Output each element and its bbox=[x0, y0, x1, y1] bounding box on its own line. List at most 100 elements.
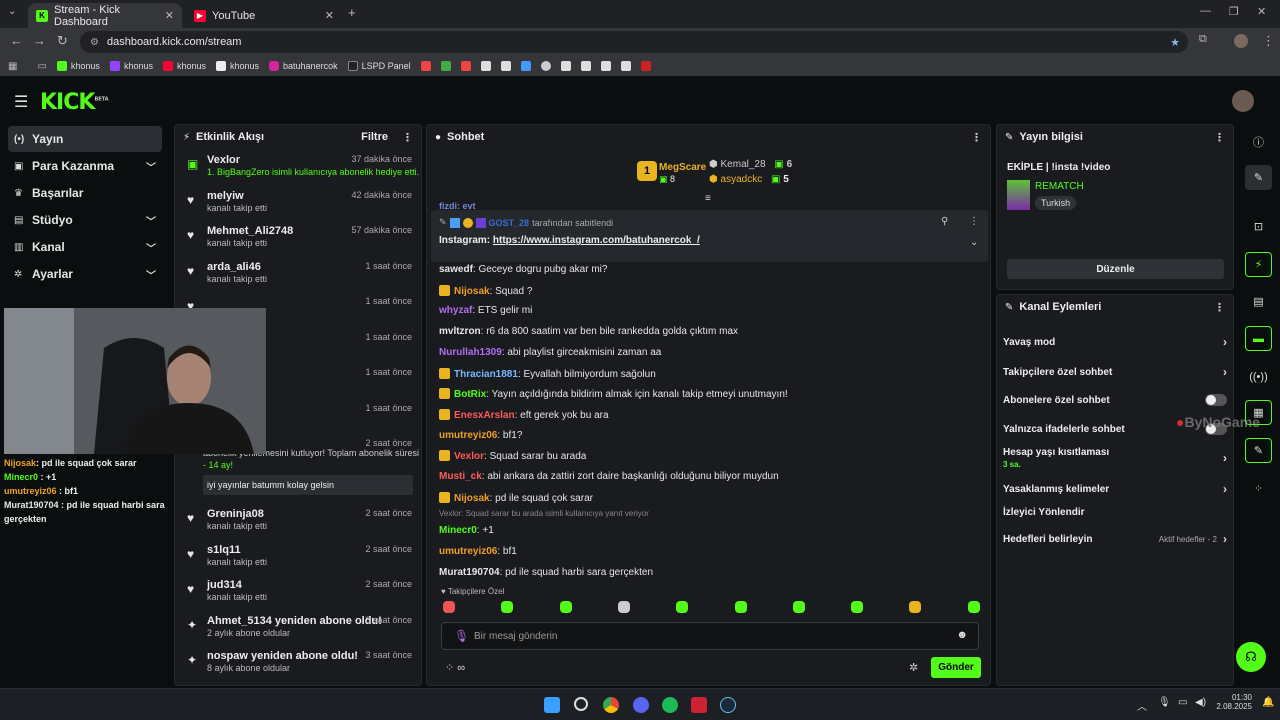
chat-username[interactable]: Nijosak bbox=[454, 493, 490, 504]
volume-icon[interactable]: ◀) bbox=[1195, 697, 1206, 708]
bookmark-item[interactable]: LSPD Panel bbox=[347, 61, 411, 71]
extensions-icon[interactable]: ⧉ bbox=[1199, 33, 1207, 46]
chat-message[interactable]: umutreyiz06: bf1 bbox=[439, 546, 517, 557]
chat-username[interactable]: BotRix bbox=[454, 389, 486, 400]
edit-icon[interactable]: ✎ bbox=[1245, 165, 1272, 190]
windows-start-icon[interactable] bbox=[544, 697, 560, 713]
chat-username[interactable]: Musti_ck bbox=[439, 471, 482, 482]
pinned-link[interactable]: https://www.instagram.com/batuhanercok_/ bbox=[493, 235, 700, 246]
app-icon[interactable] bbox=[691, 697, 707, 713]
chat-message[interactable]: Vexlor: Squad sarar bu arada bbox=[439, 450, 586, 462]
chat-username[interactable]: sawedf bbox=[439, 264, 473, 275]
microphone-icon[interactable]: 🎙 bbox=[1158, 697, 1171, 708]
emote-icon[interactable] bbox=[501, 601, 514, 613]
chat-username[interactable]: Thracian1881 bbox=[454, 369, 518, 380]
url-input[interactable]: ⚙ dashboard.kick.com/stream ★ bbox=[80, 31, 1188, 53]
bookmark-icon[interactable] bbox=[520, 61, 531, 71]
info-icon[interactable]: ⓘ bbox=[1245, 129, 1272, 154]
toggle-switch[interactable] bbox=[1205, 394, 1227, 406]
notification-icon[interactable]: 🔔 bbox=[1262, 697, 1274, 708]
send-button[interactable]: Gönder bbox=[931, 657, 981, 678]
bookmark-icon[interactable] bbox=[620, 61, 631, 71]
browser-menu-icon[interactable]: ⋮ bbox=[1262, 33, 1275, 49]
clock[interactable]: 01:30 2.08.2025 bbox=[1216, 693, 1252, 711]
chat-message[interactable]: sawedf: Geceye dogru pubg akar mi? bbox=[439, 264, 607, 275]
chat-icon[interactable]: ▬ bbox=[1245, 326, 1272, 351]
site-info-icon[interactable]: ⚙ bbox=[90, 37, 99, 48]
minimize-icon[interactable]: — bbox=[1200, 5, 1211, 17]
emote-icon[interactable] bbox=[559, 601, 572, 613]
channel-action-row[interactable]: Yavaş mod › bbox=[1003, 335, 1227, 349]
storage-icon[interactable]: ▦ bbox=[1245, 400, 1272, 425]
search-icon[interactable] bbox=[574, 697, 588, 711]
microphone-icon[interactable]: 🎙 bbox=[454, 629, 469, 643]
channel-action-row[interactable]: Abonelere özel sohbet bbox=[1003, 394, 1227, 406]
sidebar-item-yayin[interactable]: (•) Yayın bbox=[8, 126, 162, 152]
maximize-icon[interactable]: ❐ bbox=[1229, 5, 1239, 18]
chat-username[interactable]: Nijosak bbox=[454, 286, 490, 297]
chat-message[interactable]: umutreyiz06: bf1? bbox=[439, 430, 522, 441]
profile-avatar[interactable] bbox=[1234, 34, 1248, 48]
channel-action-row[interactable]: Takipçilere özel sohbet › bbox=[1003, 365, 1227, 379]
hamburger-menu-icon[interactable]: ☰ bbox=[14, 92, 28, 112]
tab-youtube[interactable]: ▶ YouTube ✕ bbox=[186, 3, 342, 28]
kick-points-icon[interactable]: ⁘ bbox=[1245, 476, 1272, 501]
apps-icon[interactable]: ▦ bbox=[8, 61, 17, 72]
channel-action-row[interactable]: İzleyici Yönlendir bbox=[1003, 507, 1227, 518]
chevron-down-icon[interactable]: ⌄ bbox=[970, 237, 978, 248]
bookmark-star-icon[interactable]: ★ bbox=[1170, 36, 1180, 49]
edit-stream-button[interactable]: Düzenle bbox=[1007, 259, 1224, 279]
chat-username[interactable]: whyzaf bbox=[439, 305, 472, 316]
bookmark-icon[interactable] bbox=[640, 61, 651, 71]
chat-message[interactable]: mvltzron: r6 da 800 saatim var ben bile … bbox=[439, 326, 738, 337]
chat-username[interactable]: EnesxArslan bbox=[454, 410, 515, 421]
kebab-menu-icon[interactable]: ⋮ bbox=[402, 131, 413, 144]
emote-icon[interactable] bbox=[676, 601, 689, 613]
tab-close-icon[interactable]: ✕ bbox=[165, 9, 174, 22]
chat-message[interactable]: whyzaf: ETS gelir mi bbox=[439, 305, 532, 316]
chat-username[interactable]: Nurullah1309 bbox=[439, 347, 502, 358]
chat-message[interactable]: Nijosak: Squad ? bbox=[439, 284, 532, 297]
emote-icon[interactable] bbox=[734, 601, 747, 613]
emote-icon[interactable] bbox=[617, 601, 630, 613]
emote-icon[interactable] bbox=[851, 601, 864, 613]
kick-points-icon[interactable]: ⁘ ∞ bbox=[445, 661, 465, 674]
user-avatar[interactable] bbox=[1232, 90, 1254, 112]
bookmark-item[interactable]: khonus bbox=[216, 61, 259, 71]
wrench-icon[interactable]: ✎ bbox=[1245, 438, 1272, 463]
chrome-icon[interactable] bbox=[603, 697, 619, 713]
emote-icon[interactable] bbox=[443, 601, 455, 613]
reply-context[interactable]: Vexlor: Squad sarar bu arada isimli kull… bbox=[439, 509, 649, 518]
reload-icon[interactable]: ↻ bbox=[57, 33, 68, 49]
chat-message[interactable]: Nijosak: pd ile squad çok sarar bbox=[439, 491, 593, 504]
bookmark-icon[interactable] bbox=[580, 61, 591, 71]
kebab-menu-icon[interactable]: ⋮ bbox=[969, 216, 979, 227]
bookmark-icon[interactable] bbox=[460, 61, 471, 71]
emote-icon[interactable] bbox=[909, 601, 922, 613]
pinned-by-user[interactable]: GOST_28 bbox=[489, 218, 530, 228]
chat-message[interactable]: Murat190704: pd ile squad harbi sara ger… bbox=[439, 567, 653, 578]
filter-button[interactable]: Filtre bbox=[361, 131, 388, 143]
chat-username[interactable]: umutreyiz06 bbox=[439, 430, 497, 441]
chat-message[interactable]: EnesxArslan: eft gerek yok bu ara bbox=[439, 408, 609, 421]
bookmark-icon[interactable] bbox=[500, 61, 511, 71]
top-supporter-name[interactable]: MegScare bbox=[659, 162, 706, 173]
bookmark-item[interactable]: khonus bbox=[109, 61, 153, 71]
discord-icon[interactable] bbox=[633, 697, 649, 713]
kebab-menu-icon[interactable]: ⋮ bbox=[1214, 131, 1225, 144]
tab-search-icon[interactable]: ⌄ bbox=[8, 6, 16, 17]
bookmark-icon[interactable] bbox=[480, 61, 491, 71]
top-supporter-3[interactable]: ⬢ asyadckc ▣ 5 bbox=[709, 174, 789, 185]
channel-action-row[interactable]: Yasaklanmış kelimeler › bbox=[1003, 482, 1227, 496]
support-headset-icon[interactable]: ☊ bbox=[1236, 642, 1266, 672]
bookmark-icon[interactable] bbox=[540, 61, 551, 71]
sidebar-item-kanal[interactable]: ▥ Kanal ﹀ bbox=[8, 234, 162, 260]
chat-username[interactable]: mvltzron bbox=[439, 326, 481, 337]
chat-message[interactable]: Thracian1881: Eyvallah bilmiyordum sağol… bbox=[439, 367, 656, 380]
chat-message[interactable]: Minecr0: +1 bbox=[439, 525, 494, 536]
network-icon[interactable]: ▭ bbox=[1178, 697, 1187, 708]
capture-icon[interactable]: ⊡ bbox=[1245, 214, 1272, 239]
bookmark-item[interactable]: khonus bbox=[56, 61, 100, 71]
scrollbar[interactable] bbox=[990, 555, 991, 577]
forward-icon[interactable]: → bbox=[33, 33, 46, 48]
